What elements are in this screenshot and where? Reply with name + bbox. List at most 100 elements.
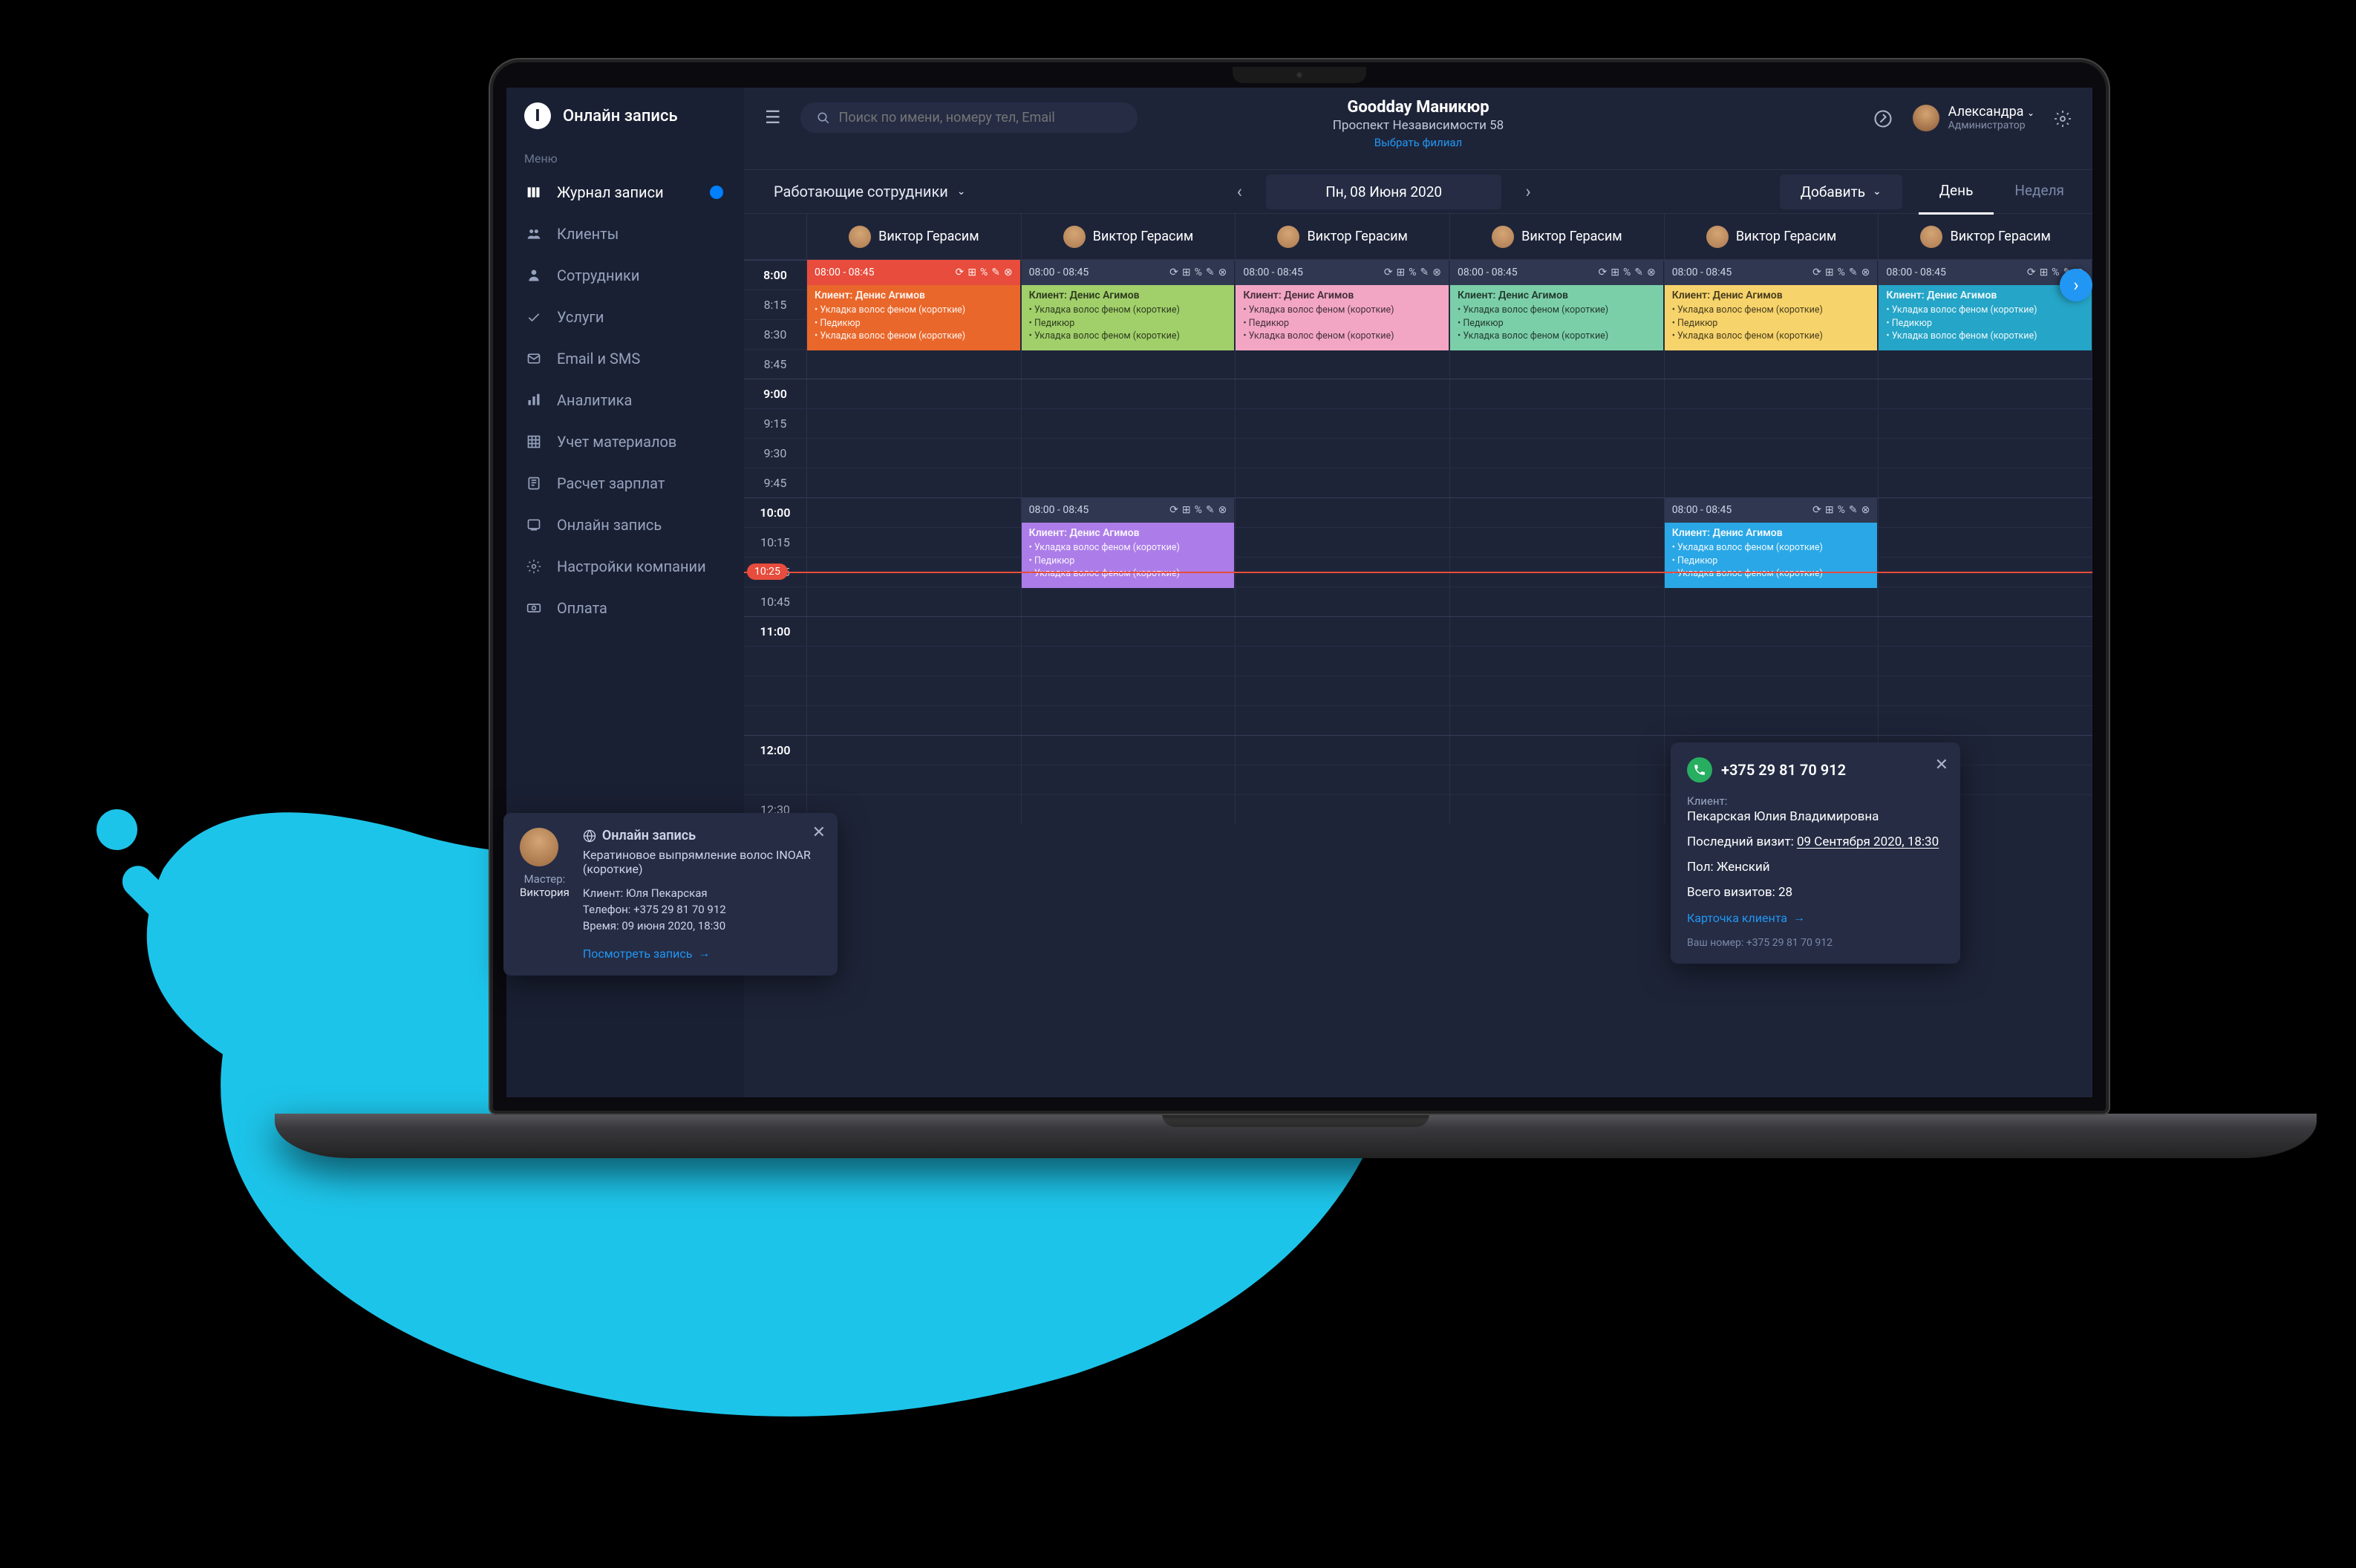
brand[interactable]: I Онлайн запись	[506, 88, 744, 144]
staff-filter[interactable]: Работающие сотрудники⌄	[751, 183, 988, 200]
calendar-slot[interactable]	[806, 765, 1021, 794]
sidebar-item-1[interactable]: Клиенты	[506, 213, 744, 255]
appointment-body[interactable]: Клиент: Денис АгимовУкладка волос феном …	[1450, 285, 1663, 350]
calendar-slot[interactable]	[1878, 468, 2092, 497]
calendar-slot[interactable]	[1878, 350, 2092, 379]
calendar-slot[interactable]	[1664, 379, 1879, 408]
calendar-slot[interactable]	[1235, 617, 1449, 646]
appointment-header[interactable]: 08:00 - 08:45⟳⊞%✎⊗	[1450, 260, 1663, 285]
calendar-slot[interactable]	[806, 468, 1021, 497]
staff-column-header[interactable]: Виктор Герасим	[1021, 214, 1236, 259]
appointment-body[interactable]: Клиент: Денис АгимовУкладка волос феном …	[1022, 523, 1235, 588]
calendar-slot[interactable]	[1021, 617, 1236, 646]
appointment[interactable]: 08:00 - 08:45⟳⊞%✎⊗Клиент: Денис АгимовУк…	[1664, 497, 1879, 588]
staff-column-header[interactable]: Виктор Герасим	[806, 214, 1021, 259]
notification-icon[interactable]	[1873, 106, 1893, 128]
appointment[interactable]: 08:00 - 08:45⟳⊞%✎⊗Клиент: Денис АгимовУк…	[1021, 260, 1236, 350]
calendar-slot[interactable]	[1235, 647, 1449, 676]
next-day-button[interactable]: ›	[1510, 174, 1546, 209]
calendar-slot[interactable]	[1021, 647, 1236, 676]
appointment-body[interactable]: Клиент: Денис АгимовУкладка волос феном …	[1879, 285, 2092, 350]
calendar-slot[interactable]	[1235, 350, 1449, 379]
sidebar-item-6[interactable]: Учет материалов	[506, 421, 744, 463]
client-card-link[interactable]: Карточка клиента →	[1687, 910, 1805, 925]
calendar-slot[interactable]	[1021, 468, 1236, 497]
calendar-slot[interactable]	[1235, 765, 1449, 794]
appointment-header[interactable]: 08:00 - 08:45⟳⊞%✎⊗	[1022, 497, 1235, 523]
calendar-slot[interactable]	[1021, 409, 1236, 438]
calendar-slot[interactable]	[1021, 765, 1236, 794]
settings-icon[interactable]	[2054, 108, 2072, 128]
calendar-slot[interactable]	[1021, 736, 1236, 765]
calendar-slot[interactable]	[1664, 350, 1879, 379]
calendar-slot[interactable]	[1449, 647, 1664, 676]
appointment-body[interactable]: Клиент: Денис АгимовУкладка волос феном …	[807, 285, 1020, 350]
appointment[interactable]: 08:00 - 08:45⟳⊞%✎⊗Клиент: Денис АгимовУк…	[806, 260, 1021, 350]
calendar-slot[interactable]	[1664, 439, 1879, 468]
view-record-link[interactable]: Посмотреть запись →	[583, 946, 711, 961]
close-icon[interactable]: ✕	[812, 823, 826, 842]
calendar-slot[interactable]	[806, 350, 1021, 379]
appointment-header[interactable]: 08:00 - 08:45⟳⊞%✎⊗	[1022, 260, 1235, 285]
prev-day-button[interactable]: ‹	[1221, 174, 1257, 209]
calendar-slot[interactable]	[1021, 795, 1236, 824]
calendar-slot[interactable]	[1449, 706, 1664, 735]
calendar-slot[interactable]	[1664, 587, 1879, 616]
branch-selector[interactable]: Выбрать филиал	[1333, 136, 1504, 149]
staff-column-header[interactable]: Виктор Герасим	[1878, 214, 2092, 259]
calendar-slot[interactable]	[1235, 409, 1449, 438]
calendar-slot[interactable]	[1878, 409, 2092, 438]
calendar-slot[interactable]	[1664, 409, 1879, 438]
calendar-slot[interactable]	[806, 617, 1021, 646]
calendar-slot[interactable]	[806, 409, 1021, 438]
staff-column-header[interactable]: Виктор Герасим	[1449, 214, 1664, 259]
calendar-slot[interactable]	[1449, 765, 1664, 794]
appointment-header[interactable]: 08:00 - 08:45⟳⊞%✎⊗	[1665, 260, 1878, 285]
calendar-slot[interactable]	[1449, 617, 1664, 646]
appointment[interactable]: 08:00 - 08:45⟳⊞%✎⊗Клиент: Денис АгимовУк…	[1664, 260, 1879, 350]
calendar-slot[interactable]	[806, 736, 1021, 765]
calendar-slot[interactable]	[1449, 409, 1664, 438]
calendar-slot[interactable]	[806, 795, 1021, 824]
close-icon[interactable]: ✕	[1935, 756, 1948, 774]
appointment[interactable]: 08:00 - 08:45⟳⊞%✎⊗Клиент: Денис АгимовУк…	[1449, 260, 1664, 350]
add-button[interactable]: Добавить⌄	[1780, 174, 1902, 209]
calendar-slot[interactable]	[1449, 439, 1664, 468]
appointment-header[interactable]: 08:00 - 08:45⟳⊞%✎⊗	[807, 260, 1020, 285]
calendar-slot[interactable]	[1449, 587, 1664, 616]
calendar-slot[interactable]	[1878, 706, 2092, 735]
appointment[interactable]: 08:00 - 08:45⟳⊞%✎⊗Клиент: Денис АгимовУк…	[1878, 260, 2092, 350]
scroll-right-button[interactable]: ›	[2060, 269, 2092, 301]
calendar-slot[interactable]	[1664, 647, 1879, 676]
view-tab-week[interactable]: Неделя	[1994, 169, 2085, 215]
calendar-slot[interactable]	[1449, 736, 1664, 765]
sidebar-item-2[interactable]: Сотрудники	[506, 255, 744, 296]
calendar-slot[interactable]	[1878, 617, 2092, 646]
calendar-slot[interactable]	[806, 379, 1021, 408]
calendar-slot[interactable]	[1449, 676, 1664, 705]
calendar-slot[interactable]	[1235, 706, 1449, 735]
view-tab-day[interactable]: День	[1919, 169, 1994, 215]
appointment-body[interactable]: Клиент: Денис АгимовУкладка волос феном …	[1665, 523, 1878, 588]
calendar-slot[interactable]	[1664, 676, 1879, 705]
appointment-header[interactable]: 08:00 - 08:45⟳⊞%✎⊗	[1236, 260, 1449, 285]
sidebar-item-5[interactable]: Аналитика	[506, 379, 744, 421]
calendar-slot[interactable]	[1664, 617, 1879, 646]
staff-column-header[interactable]: Виктор Герасим	[1235, 214, 1449, 259]
calendar-slot[interactable]	[1235, 468, 1449, 497]
calendar-slot[interactable]	[1021, 379, 1236, 408]
calendar-slot[interactable]	[1021, 587, 1236, 616]
sidebar-item-9[interactable]: Настройки компании	[506, 546, 744, 587]
calendar-slot[interactable]	[806, 676, 1021, 705]
calendar-slot[interactable]	[806, 439, 1021, 468]
date-picker[interactable]: Пн, 08 Июня 2020	[1266, 174, 1501, 209]
calendar-slot[interactable]	[1449, 795, 1664, 824]
calendar-slot[interactable]	[806, 587, 1021, 616]
sidebar-item-10[interactable]: Оплата	[506, 587, 744, 629]
appointment-body[interactable]: Клиент: Денис АгимовУкладка волос феном …	[1022, 285, 1235, 350]
search-box[interactable]	[800, 102, 1138, 133]
sidebar-item-7[interactable]: Расчет зарплат	[506, 463, 744, 504]
staff-column-header[interactable]: Виктор Герасим	[1664, 214, 1879, 259]
calendar-slot[interactable]	[1878, 587, 2092, 616]
calendar-slot[interactable]	[1235, 587, 1449, 616]
